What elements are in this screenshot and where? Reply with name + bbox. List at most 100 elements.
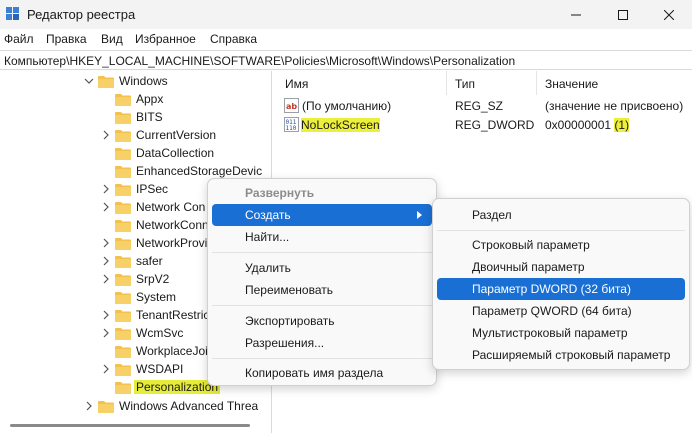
submenu-item-expandable-string[interactable]: Расширяемый строковый параметр <box>437 344 685 366</box>
menu-item-expand: Развернуть <box>245 186 315 200</box>
tree-label: DataCollection <box>136 146 215 160</box>
menu-view[interactable]: Вид <box>101 32 123 46</box>
tree-label: Windows Advanced Threa <box>119 399 259 413</box>
close-button[interactable] <box>646 0 692 29</box>
chevron-right-icon[interactable] <box>101 274 111 284</box>
tree-label: WSDAPI <box>136 362 184 376</box>
tree-node[interactable]: BITS <box>0 108 271 126</box>
tree-label: TenantRestrict <box>136 308 213 322</box>
submenu-item-qword[interactable]: Параметр QWORD (64 бита) <box>437 300 685 322</box>
tree-node-windows-advanced[interactable]: Windows Advanced Threa <box>0 397 271 415</box>
value-row[interactable]: 011 110 NoLockScreen REG_DWORD 0x0000000… <box>274 116 692 134</box>
menu-item-delete[interactable]: Удалить <box>212 257 432 279</box>
menu-file[interactable]: Файл <box>4 32 34 46</box>
value-data: (значение не присвоено) <box>545 99 684 113</box>
folder-icon <box>115 310 131 322</box>
svg-text:110: 110 <box>286 125 297 132</box>
folder-icon <box>98 76 114 88</box>
menu-separator <box>212 358 432 359</box>
tree-label: safer <box>136 254 163 268</box>
folder-icon <box>115 148 131 160</box>
column-header-name[interactable]: Имя <box>285 71 308 95</box>
tree-label: Network Con <box>136 200 206 214</box>
menu-item-copy-key-name[interactable]: Копировать имя раздела <box>212 362 432 384</box>
folder-icon <box>115 382 131 394</box>
folder-icon <box>115 292 131 304</box>
new-submenu: Раздел Строковый параметр Двоичный парам… <box>432 198 690 370</box>
address-path[interactable]: Компьютер\HKEY_LOCAL_MACHINE\SOFTWARE\Po… <box>4 54 515 68</box>
column-separator[interactable] <box>536 71 537 95</box>
submenu-item-multistring[interactable]: Мультистроковый параметр <box>437 322 685 344</box>
submenu-item-string[interactable]: Строковый параметр <box>437 234 685 256</box>
scrollbar-thumb[interactable] <box>10 424 250 427</box>
chevron-right-icon[interactable] <box>101 310 111 320</box>
menu-item-export[interactable]: Экспортировать <box>212 310 432 332</box>
maximize-button[interactable] <box>600 0 646 29</box>
regedit-icon <box>6 7 19 20</box>
menu-edit[interactable]: Правка <box>46 32 87 46</box>
chevron-right-icon[interactable] <box>101 238 111 248</box>
folder-icon <box>115 112 131 124</box>
tree-label: WcmSvc <box>136 326 184 340</box>
tree-node[interactable]: DataCollection <box>0 144 271 162</box>
value-type: REG_DWORD <box>455 118 535 132</box>
folder-icon <box>115 238 131 250</box>
menu-separator <box>437 230 685 231</box>
tree-node[interactable]: Appx <box>0 90 271 108</box>
menu-item-new[interactable]: Создать <box>212 204 432 226</box>
value-decimal: (1) <box>614 118 630 132</box>
folder-icon <box>115 130 131 142</box>
menu-item-rename[interactable]: Переименовать <box>212 279 432 301</box>
chevron-right-icon[interactable] <box>101 130 111 140</box>
minimize-icon <box>571 14 581 15</box>
menu-favorites[interactable]: Избранное <box>135 32 196 46</box>
menu-separator <box>212 305 432 306</box>
folder-icon <box>115 328 131 340</box>
tree-label: WorkplaceJoi <box>136 344 208 358</box>
folder-icon <box>115 202 131 214</box>
folder-icon <box>115 346 131 358</box>
horizontal-scrollbar[interactable] <box>0 418 271 433</box>
submenu-item-binary[interactable]: Двоичный параметр <box>437 256 685 278</box>
menu-item-find[interactable]: Найти... <box>212 226 432 248</box>
value-name: NoLockScreen <box>301 118 380 132</box>
chevron-right-icon[interactable] <box>101 364 111 374</box>
submenu-arrow-icon <box>417 211 422 219</box>
chevron-right-icon[interactable] <box>101 328 111 338</box>
chevron-right-icon[interactable] <box>84 401 94 411</box>
chevron-right-icon[interactable] <box>101 202 111 212</box>
tree-label: IPSec <box>136 182 169 196</box>
folder-icon <box>98 401 114 413</box>
string-value-icon: ab <box>284 98 299 113</box>
tree-node[interactable]: CurrentVersion <box>0 126 271 144</box>
menu-item-permissions[interactable]: Разрешения... <box>212 332 432 354</box>
chevron-right-icon[interactable] <box>101 184 111 194</box>
chevron-right-icon[interactable] <box>101 256 111 266</box>
folder-icon <box>115 166 131 178</box>
tree-label: CurrentVersion <box>136 128 217 142</box>
minimize-button[interactable] <box>553 0 599 29</box>
column-separator[interactable] <box>446 71 447 95</box>
folder-icon <box>115 274 131 286</box>
tree-node-windows[interactable]: Windows <box>0 72 271 90</box>
value-name: (По умолчанию) <box>302 99 392 113</box>
menu-separator <box>212 252 432 253</box>
value-type: REG_SZ <box>455 99 504 113</box>
column-header-type[interactable]: Тип <box>455 71 475 95</box>
menu-help[interactable]: Справка <box>210 32 257 46</box>
chevron-down-icon[interactable] <box>84 76 94 86</box>
submenu-item-dword[interactable]: Параметр DWORD (32 бита) <box>437 278 685 300</box>
submenu-item-key[interactable]: Раздел <box>437 204 685 226</box>
value-row[interactable]: ab (По умолчанию) REG_SZ (значение не пр… <box>274 97 692 115</box>
maximize-icon <box>618 9 628 20</box>
column-header-value[interactable]: Значение <box>545 71 598 95</box>
tree-label: Windows <box>119 74 168 88</box>
folder-icon <box>115 184 131 196</box>
tree-label: BITS <box>136 110 163 124</box>
svg-text:ab: ab <box>286 102 297 111</box>
address-bar[interactable]: Компьютер\HKEY_LOCAL_MACHINE\SOFTWARE\Po… <box>0 50 692 70</box>
tree-label: NetworkConn <box>136 218 209 232</box>
value-data: 0x00000001 (1) <box>545 118 630 132</box>
title-bar: Редактор реестра <box>0 0 692 29</box>
tree-label: System <box>136 290 177 304</box>
